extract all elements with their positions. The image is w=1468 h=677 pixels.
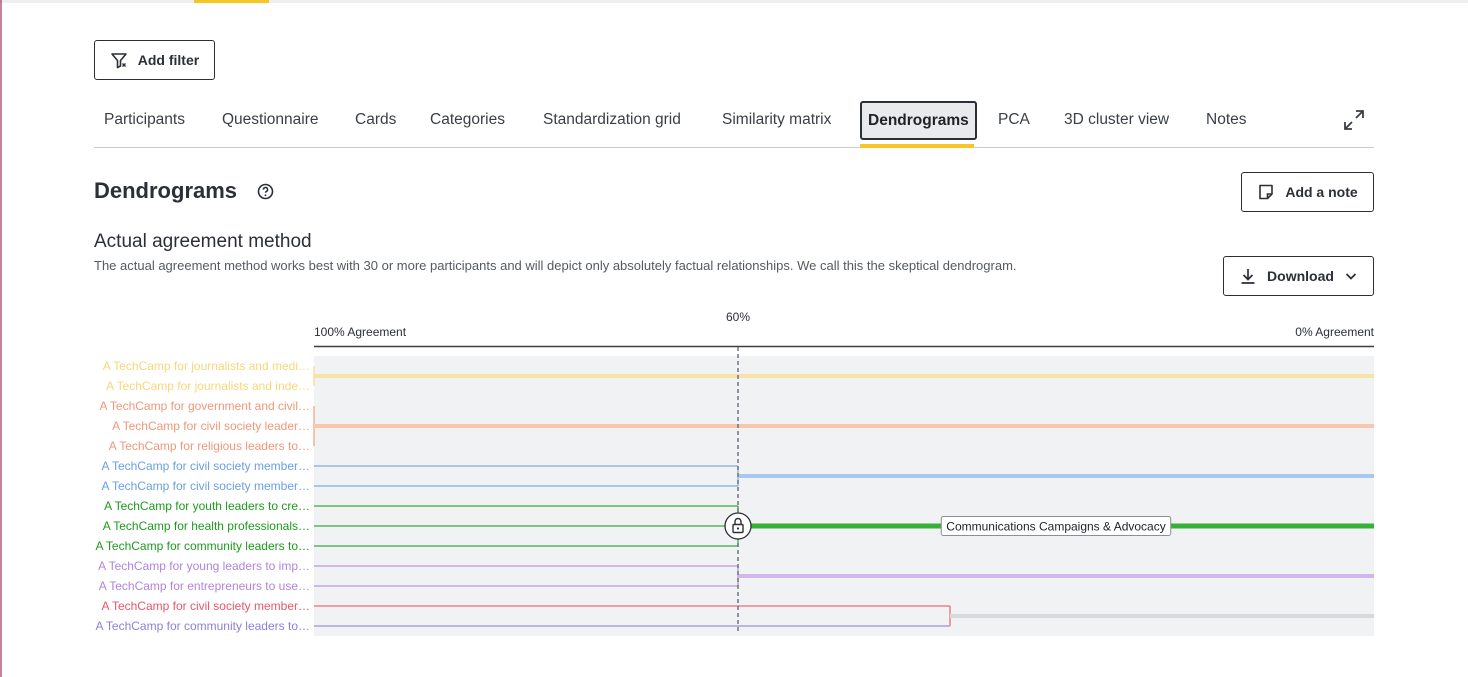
plot-background (314, 356, 1374, 636)
lock-icon[interactable] (724, 512, 752, 540)
leaf-label[interactable]: A TechCamp for journalists and medi… (70, 358, 310, 374)
leaf-label[interactable]: A TechCamp for civil society member… (70, 598, 310, 614)
leaf-label[interactable]: A TechCamp for youth leaders to cre… (70, 498, 310, 514)
leaf-label[interactable]: A TechCamp for entrepreneurs to use… (70, 578, 310, 594)
leaf-label[interactable]: A TechCamp for civil society member… (70, 458, 310, 474)
leaf-label[interactable]: A TechCamp for civil society leader… (70, 418, 310, 434)
axis-label-left: 100% Agreement (314, 325, 407, 339)
dendrogram-chart: 100% Agreement 0% Agreement 60% Communicati… (313, 310, 1375, 636)
leaf-label[interactable]: A TechCamp for community leaders to… (70, 618, 310, 634)
selected-cluster-label: Communications Campaigns & Advocacy (946, 520, 1165, 534)
leaf-label[interactable]: A TechCamp for government and civil… (70, 398, 310, 414)
leaf-label[interactable]: A TechCamp for health professionals… (70, 518, 310, 534)
threshold-label: 60% (726, 310, 750, 324)
leaf-label[interactable]: A TechCamp for civil society member… (70, 478, 310, 494)
leaf-label[interactable]: A TechCamp for community leaders to… (70, 538, 310, 554)
leaf-label[interactable]: A TechCamp for religious leaders to… (70, 438, 310, 454)
leaf-label[interactable]: A TechCamp for young leaders to imp… (70, 558, 310, 574)
axis-label-right: 0% Agreement (1295, 325, 1374, 339)
leaf-label[interactable]: A TechCamp for journalists and inde… (70, 378, 310, 394)
